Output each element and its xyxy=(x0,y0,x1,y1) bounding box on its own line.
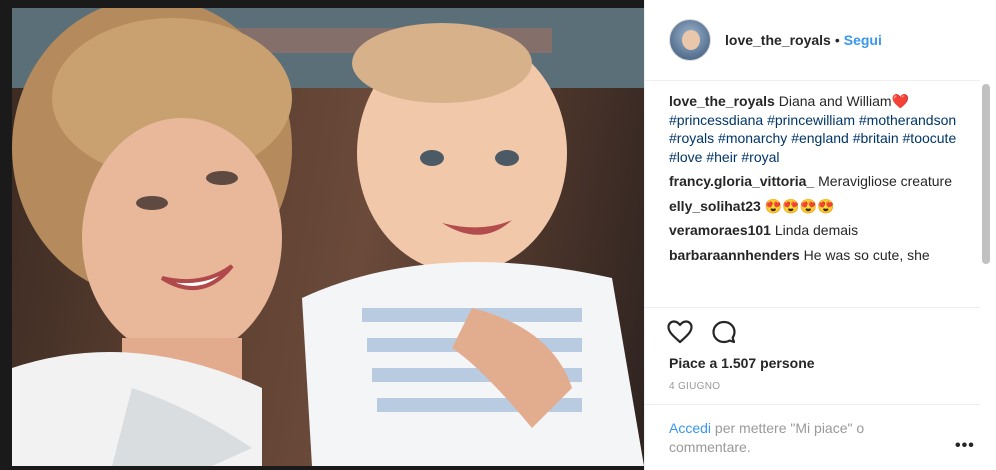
comment-text: Linda demais xyxy=(774,222,859,238)
caption-comment: love_the_royals Diana and William❤️ #pri… xyxy=(669,92,959,166)
comment-username[interactable]: barbaraannhenders xyxy=(669,247,800,263)
more-options-icon[interactable]: ••• xyxy=(955,437,975,455)
heart-emoji: ❤️ xyxy=(891,93,909,109)
post-actions: Piace a 1.507 persone 4 GIUGNO xyxy=(645,307,980,392)
comments-scrollbar[interactable] xyxy=(982,84,990,264)
comment-username[interactable]: elly_solihat23 xyxy=(669,198,761,214)
login-bar: Accedi per mettere "Mi piace" o commenta… xyxy=(645,404,980,470)
header-username[interactable]: love_the_royals xyxy=(725,32,831,48)
follow-button[interactable]: Segui xyxy=(844,32,882,48)
comment-username[interactable]: francy.gloria_vittoria_ xyxy=(669,173,814,189)
hashtag-link[interactable]: #princessdiana xyxy=(669,112,763,128)
heart-icon[interactable] xyxy=(667,320,693,349)
likes-count[interactable]: Piace a 1.507 persone xyxy=(669,355,815,371)
comment-username[interactable]: love_the_royals xyxy=(669,93,775,109)
comment-text: 😍😍😍😍 xyxy=(764,197,835,214)
list-item: francy.gloria_vittoria_ Meravigliose cre… xyxy=(669,172,959,191)
list-item: elly_solihat23 😍😍😍😍 xyxy=(669,197,959,216)
hashtag-link[interactable]: #love xyxy=(669,149,702,165)
hashtag-link[interactable]: #royal xyxy=(741,149,779,165)
comment-icon[interactable] xyxy=(711,320,737,349)
post-header: love_the_royals • Segui xyxy=(645,0,980,81)
comment-text: He was so cute, she xyxy=(803,246,930,263)
post-sidebar: love_the_royals • Segui love_the_royals … xyxy=(644,0,996,470)
header-separator: • xyxy=(834,32,840,48)
hashtag-link[interactable]: #england xyxy=(791,130,849,146)
post-photo[interactable] xyxy=(0,0,644,470)
hashtag-link[interactable]: #monarchy xyxy=(718,130,787,146)
hashtag-link[interactable]: #heir xyxy=(706,149,737,165)
list-item: barbaraannhenders He was so cute, she xyxy=(669,246,959,265)
hashtag-link[interactable]: #britain xyxy=(853,130,899,146)
comment-username[interactable]: veramoraes101 xyxy=(669,222,771,238)
hashtag-link[interactable]: #motherandson xyxy=(859,112,956,128)
photo-image xyxy=(12,8,644,466)
post-date[interactable]: 4 GIUGNO xyxy=(669,381,720,392)
comment-text: Diana and William xyxy=(778,93,892,109)
hashtag-link[interactable]: #royals xyxy=(669,130,714,146)
login-prompt: Accedi per mettere "Mi piace" o commenta… xyxy=(669,419,919,457)
photo-illustration xyxy=(12,8,644,466)
hashtag-link[interactable]: #toocute xyxy=(903,130,957,146)
comment-text: Meravigliose creature xyxy=(818,173,952,189)
action-icons xyxy=(667,320,737,349)
login-link[interactable]: Accedi xyxy=(669,420,711,436)
comments-list: love_the_royals Diana and William❤️ #pri… xyxy=(669,92,959,306)
hashtag-link[interactable]: #princewilliam xyxy=(767,112,855,128)
avatar[interactable] xyxy=(669,19,711,61)
list-item: veramoraes101 Linda demais xyxy=(669,221,959,240)
